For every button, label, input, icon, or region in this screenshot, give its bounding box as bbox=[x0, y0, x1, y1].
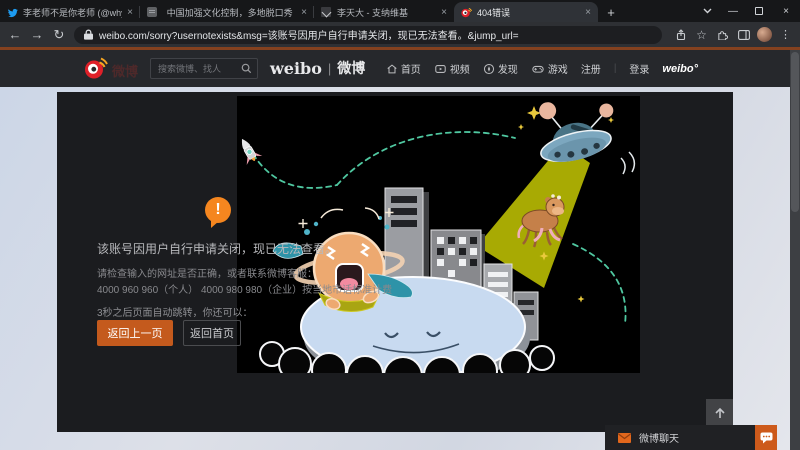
search-icon bbox=[241, 63, 252, 74]
tab-title: 李老师不是你老师 (@whyyouto bbox=[23, 7, 122, 18]
wordmark-en: weibo bbox=[270, 58, 322, 78]
error-redirect-note: 3秒之后页面自动跳转，你还可以： bbox=[97, 308, 253, 319]
url-text: weibo.com/sorry?usernotexists&msg=该账号因用户… bbox=[99, 31, 519, 42]
news-site-icon bbox=[147, 6, 158, 18]
new-tab-button[interactable]: + bbox=[598, 2, 624, 22]
tab-title: 404错误 bbox=[477, 7, 511, 18]
address-bar[interactable]: weibo.com/sorry?usernotexists&msg=该账号因用户… bbox=[74, 25, 662, 44]
back-button[interactable]: ← bbox=[4, 22, 26, 47]
envelope-icon bbox=[618, 432, 631, 443]
error-illustration bbox=[237, 96, 640, 396]
up-arrow-icon bbox=[714, 407, 725, 418]
twitter-icon bbox=[7, 7, 18, 18]
back-to-home-button[interactable]: 返回首页 bbox=[183, 320, 241, 346]
tab-close-icon[interactable]: × bbox=[441, 7, 447, 18]
error-title: 该账号因用户自行申请关闭，现已无法查看。 bbox=[97, 242, 338, 256]
search-box[interactable] bbox=[150, 58, 258, 79]
forward-button[interactable]: → bbox=[26, 22, 48, 47]
nav-home[interactable]: 首页 bbox=[386, 61, 421, 76]
tab-news[interactable]: 中国加强文化控制，多地脱口秀 × bbox=[140, 2, 314, 22]
chat-label: 微博聊天 bbox=[639, 434, 679, 445]
scroll-to-top-button[interactable] bbox=[706, 399, 733, 426]
weibo-wordmark: weibo | 微博 bbox=[270, 58, 365, 78]
video-icon bbox=[435, 64, 446, 73]
share-icon[interactable] bbox=[670, 28, 691, 41]
tab-close-icon[interactable]: × bbox=[585, 7, 591, 18]
wordmark-divider: | bbox=[327, 60, 332, 76]
tab-close-icon[interactable]: × bbox=[127, 7, 133, 18]
minimize-button[interactable]: — bbox=[720, 0, 746, 22]
profile-avatar[interactable] bbox=[757, 27, 772, 42]
nav-discover[interactable]: 发现 bbox=[483, 61, 518, 76]
tab-close-icon[interactable]: × bbox=[301, 7, 307, 18]
register-link[interactable]: 注册 bbox=[581, 61, 601, 76]
tab-wiki[interactable]: 李天大 - 支纳维基 × bbox=[314, 2, 454, 22]
side-panel-icon[interactable] bbox=[733, 29, 754, 40]
nav-divider: | bbox=[613, 63, 617, 74]
tab-title: 李天大 - 支纳维基 bbox=[337, 7, 408, 18]
extensions-puzzle-icon[interactable] bbox=[712, 29, 733, 40]
weibo-brand-mark[interactable]: weibo° bbox=[662, 63, 698, 75]
lock-icon bbox=[84, 29, 93, 40]
tab-title: 中国加强文化控制，多地脱口秀 bbox=[166, 7, 293, 18]
maximize-button[interactable] bbox=[746, 0, 772, 22]
error-hint-2: 4000 960 960（个人） 4000 980 980（企业）按当地市话标准… bbox=[97, 285, 393, 296]
chat-bubble-button[interactable] bbox=[755, 425, 777, 450]
tab-search-chevron-icon[interactable] bbox=[694, 0, 720, 22]
scrollbar-thumb[interactable] bbox=[791, 52, 799, 212]
weibo-header: 微博 weibo | 微博 首页 视频 发现 bbox=[0, 50, 800, 87]
home-icon bbox=[387, 63, 397, 73]
menu-kebab-icon[interactable]: ⋮ bbox=[775, 28, 796, 41]
weibo-chat-bar[interactable]: 微博聊天 bbox=[605, 425, 755, 450]
nav-video[interactable]: 视频 bbox=[434, 61, 470, 76]
logo-ghost-text: 微博 bbox=[112, 64, 139, 79]
wordmark-cn: 微博 bbox=[337, 60, 366, 76]
tab-strip: 李老师不是你老师 (@whyyouto × 中国加强文化控制，多地脱口秀 × 李… bbox=[0, 0, 800, 22]
nav-game[interactable]: 游戏 bbox=[531, 61, 568, 76]
maximize-icon bbox=[755, 7, 763, 15]
tab-twitter[interactable]: 李老师不是你老师 (@whyyouto × bbox=[0, 2, 140, 22]
reload-button[interactable]: ↻ bbox=[48, 22, 70, 47]
error-hint-1: 请检查输入的网址是否正确，或者联系微博客服： bbox=[97, 269, 317, 280]
login-link[interactable]: 登录 bbox=[629, 61, 649, 76]
browser-window: 李老师不是你老师 (@whyyouto × 中国加强文化控制，多地脱口秀 × 李… bbox=[0, 0, 800, 450]
browser-toolbar: ← → ↻ weibo.com/sorry?usernotexists&msg=… bbox=[0, 22, 800, 47]
tab-weibo-404[interactable]: 404错误 × bbox=[454, 2, 598, 22]
back-to-previous-button[interactable]: 返回上一页 bbox=[97, 320, 173, 346]
weibo-favicon bbox=[461, 7, 472, 18]
page-scrollbar[interactable] bbox=[790, 50, 800, 450]
bookmark-star-icon[interactable]: ☆ bbox=[691, 28, 712, 42]
weibo-nav: 首页 视频 发现 游戏 注册 | 登录 weibo° bbox=[386, 50, 698, 87]
discover-compass-icon bbox=[483, 63, 494, 74]
close-window-button[interactable]: × bbox=[772, 0, 800, 22]
weibo-logo-icon[interactable] bbox=[84, 56, 108, 80]
wiki-site-icon bbox=[321, 6, 332, 18]
warning-icon: ! bbox=[205, 197, 231, 228]
chat-bubble-icon bbox=[760, 432, 772, 443]
search-input[interactable] bbox=[151, 63, 241, 74]
game-controller-icon bbox=[532, 65, 544, 73]
